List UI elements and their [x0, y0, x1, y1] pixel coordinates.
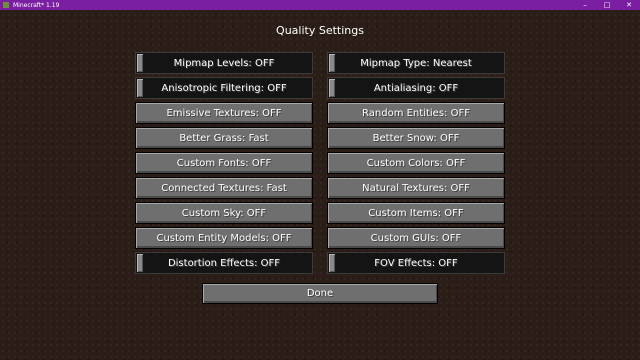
option-label: Custom Fonts: OFF	[176, 157, 272, 169]
page-title: Quality Settings	[276, 24, 364, 37]
window-controls: – □ ✕	[574, 0, 640, 10]
option-label: Antialiasing: OFF	[373, 82, 459, 94]
option-slider[interactable]: Antialiasing: OFF	[327, 77, 505, 99]
option-button[interactable]: Emissive Textures: OFF	[135, 102, 313, 124]
option-label: Better Snow: OFF	[372, 132, 460, 144]
option-label: Distortion Effects: OFF	[167, 257, 281, 269]
option-slider[interactable]: Anisotropic Filtering: OFF	[135, 77, 313, 99]
option-button[interactable]: Natural Textures: OFF	[327, 177, 505, 199]
option-label: Custom GUIs: OFF	[370, 232, 462, 244]
option-button[interactable]: Custom Entity Models: OFF	[135, 227, 313, 249]
done-button[interactable]: Done	[202, 283, 438, 304]
slider-handle[interactable]	[137, 79, 143, 97]
option-button[interactable]: Custom GUIs: OFF	[327, 227, 505, 249]
options-grid: Mipmap Levels: OFF Mipmap Type: Nearest An…	[135, 52, 505, 274]
option-button[interactable]: Custom Sky: OFF	[135, 202, 313, 224]
slider-handle[interactable]	[329, 79, 335, 97]
close-icon[interactable]: ✕	[618, 0, 640, 10]
option-label: Connected Textures: Fast	[161, 182, 287, 194]
option-button[interactable]: Custom Colors: OFF	[327, 152, 505, 174]
window-title: Minecraft* 1.19	[13, 1, 60, 9]
option-slider[interactable]: Mipmap Type: Nearest	[327, 52, 505, 74]
option-label: FOV Effects: OFF	[374, 257, 458, 269]
option-label: Mipmap Type: Nearest	[360, 57, 472, 69]
option-label: Custom Colors: OFF	[366, 157, 466, 169]
window-titlebar[interactable]: Minecraft* 1.19 – □ ✕	[0, 0, 640, 10]
slider-handle[interactable]	[137, 254, 143, 272]
option-button[interactable]: Better Grass: Fast	[135, 127, 313, 149]
done-button-label: Done	[306, 288, 334, 299]
option-label: Custom Entity Models: OFF	[156, 232, 292, 244]
option-slider[interactable]: FOV Effects: OFF	[327, 252, 505, 274]
option-label: Natural Textures: OFF	[362, 182, 470, 194]
option-label: Custom Sky: OFF	[181, 207, 267, 219]
option-label: Better Grass: Fast	[179, 132, 269, 144]
option-button[interactable]: Custom Fonts: OFF	[135, 152, 313, 174]
minimize-icon[interactable]: –	[574, 0, 596, 10]
option-label: Mipmap Levels: OFF	[173, 57, 275, 69]
option-label: Random Entities: OFF	[362, 107, 470, 119]
maximize-icon[interactable]: □	[596, 0, 618, 10]
option-button[interactable]: Custom Items: OFF	[327, 202, 505, 224]
slider-handle[interactable]	[137, 54, 143, 72]
option-slider[interactable]: Distortion Effects: OFF	[135, 252, 313, 274]
option-label: Custom Items: OFF	[368, 207, 464, 219]
option-button[interactable]: Connected Textures: Fast	[135, 177, 313, 199]
option-button[interactable]: Random Entities: OFF	[327, 102, 505, 124]
app-icon	[3, 2, 9, 8]
option-label: Emissive Textures: OFF	[166, 107, 282, 119]
option-button[interactable]: Better Snow: OFF	[327, 127, 505, 149]
slider-handle[interactable]	[329, 254, 335, 272]
option-slider[interactable]: Mipmap Levels: OFF	[135, 52, 313, 74]
option-label: Anisotropic Filtering: OFF	[161, 82, 287, 94]
slider-handle[interactable]	[329, 54, 335, 72]
